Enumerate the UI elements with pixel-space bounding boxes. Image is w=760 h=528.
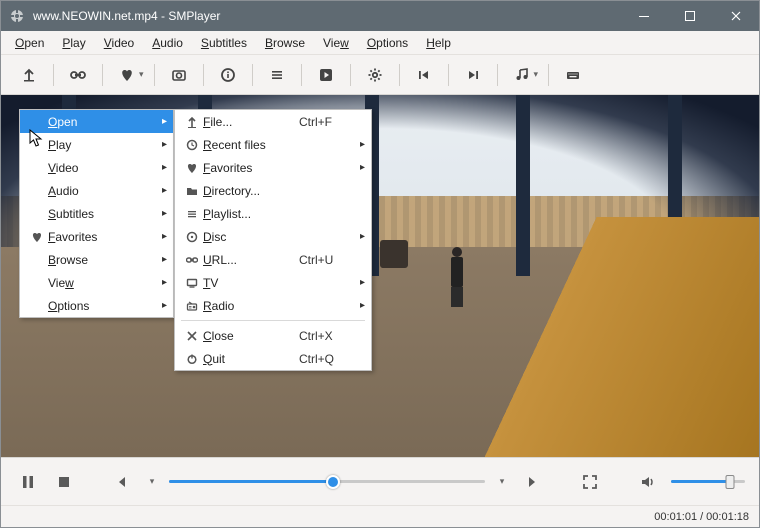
minimize-button[interactable] [621, 1, 667, 31]
toolbar-next-track-icon[interactable] [455, 61, 491, 89]
heart-icon [26, 231, 48, 243]
toolbar-separator [448, 64, 449, 86]
menu-play[interactable]: Play [54, 34, 93, 52]
ctx-open-directory[interactable]: Directory... [175, 179, 371, 202]
menu-video[interactable]: Video [96, 34, 142, 52]
time-separator: / [700, 511, 703, 523]
statusbar: 00:01:01 / 00:01:18 [1, 505, 759, 527]
playlist-icon [181, 208, 203, 220]
stop-button[interactable] [51, 469, 77, 495]
folder-icon [181, 185, 203, 197]
playback-controls: ▾ ▾ [1, 457, 759, 505]
seek-slider[interactable] [169, 472, 485, 492]
app-icon [9, 8, 25, 24]
toolbar-favorite-dropdown-icon[interactable]: ▾ [139, 69, 144, 80]
toolbar-separator [203, 64, 204, 86]
ctx-video[interactable]: Video▸ [20, 156, 173, 179]
power-icon [181, 353, 203, 365]
menubar: Open Play Video Audio Subtitles Browse V… [1, 31, 759, 55]
seek-back-dropdown-icon[interactable]: ▾ [145, 469, 159, 495]
toolbar-separator [53, 64, 54, 86]
toolbar-screenshot-icon[interactable] [161, 61, 197, 89]
context-menu-open: File...Ctrl+F Recent files▸ Favorites▸ D… [174, 109, 372, 371]
toolbar: ▾ ▾ [1, 55, 759, 95]
titlebar: www.NEOWIN.net.mp4 - SMPlayer [1, 1, 759, 31]
app-window: www.NEOWIN.net.mp4 - SMPlayer Open Play … [0, 0, 760, 528]
ctx-open-favorites[interactable]: Favorites▸ [175, 156, 371, 179]
toolbar-separator [350, 64, 351, 86]
window-title: www.NEOWIN.net.mp4 - SMPlayer [31, 9, 621, 23]
window-controls [621, 1, 759, 31]
file-icon [181, 116, 203, 128]
toolbar-separator [497, 64, 498, 86]
toolbar-keyboard-icon[interactable] [555, 61, 591, 89]
toolbar-link-icon[interactable] [60, 61, 96, 89]
link-icon [181, 254, 203, 266]
toolbar-music-dropdown-icon[interactable]: ▾ [534, 69, 539, 80]
seek-fwd-button[interactable] [519, 469, 545, 495]
ctx-open-playlist[interactable]: Playlist... [175, 202, 371, 225]
radio-icon [181, 300, 203, 312]
time-current: 00:01:01 [654, 511, 697, 523]
toolbar-playlist-icon[interactable] [259, 61, 295, 89]
ctx-open-file[interactable]: File...Ctrl+F [175, 110, 371, 133]
close-icon [181, 330, 203, 342]
ctx-browse[interactable]: Browse▸ [20, 248, 173, 271]
time-total: 00:01:18 [706, 511, 749, 523]
ctx-open-radio[interactable]: Radio▸ [175, 294, 371, 317]
toolbar-info-icon[interactable] [210, 61, 246, 89]
close-button[interactable] [713, 1, 759, 31]
mouse-cursor-icon [29, 129, 45, 149]
ctx-favorites[interactable]: Favorites▸ [20, 225, 173, 248]
ctx-open-url[interactable]: URL...Ctrl+U [175, 248, 371, 271]
toolbar-separator [548, 64, 549, 86]
maximize-button[interactable] [667, 1, 713, 31]
toolbar-separator [252, 64, 253, 86]
ctx-open-disc[interactable]: Disc▸ [175, 225, 371, 248]
menu-help[interactable]: Help [418, 34, 459, 52]
ctx-subtitles[interactable]: Subtitles▸ [20, 202, 173, 225]
ctx-open-close[interactable]: CloseCtrl+X [175, 324, 371, 347]
toolbar-open-file-icon[interactable] [11, 61, 47, 89]
seek-fwd-dropdown-icon[interactable]: ▾ [495, 469, 509, 495]
volume-icon[interactable] [635, 469, 661, 495]
toolbar-separator [399, 64, 400, 86]
menu-subtitles[interactable]: Subtitles [193, 34, 255, 52]
toolbar-separator [102, 64, 103, 86]
ctx-open-quit[interactable]: QuitCtrl+Q [175, 347, 371, 370]
menu-browse[interactable]: Browse [257, 34, 313, 52]
ctx-audio[interactable]: Audio▸ [20, 179, 173, 202]
ctx-open-recent[interactable]: Recent files▸ [175, 133, 371, 156]
ctx-view[interactable]: View▸ [20, 271, 173, 294]
menu-open[interactable]: Open [7, 34, 52, 52]
heart-icon [181, 162, 203, 174]
menu-options[interactable]: Options [359, 34, 416, 52]
ctx-options[interactable]: Options▸ [20, 294, 173, 317]
menu-separator [181, 320, 365, 321]
toolbar-prev-track-icon[interactable] [406, 61, 442, 89]
fullscreen-button[interactable] [577, 469, 603, 495]
recent-icon [181, 139, 203, 151]
disc-icon [181, 231, 203, 243]
toolbar-settings-icon[interactable] [357, 61, 393, 89]
ctx-open-tv[interactable]: TV▸ [175, 271, 371, 294]
menu-view[interactable]: View [315, 34, 357, 52]
toolbar-play-button-icon[interactable] [308, 61, 344, 89]
tv-icon [181, 277, 203, 289]
toolbar-separator [154, 64, 155, 86]
toolbar-separator [301, 64, 302, 86]
volume-slider[interactable] [671, 472, 745, 492]
seek-back-button[interactable] [109, 469, 135, 495]
menu-audio[interactable]: Audio [144, 34, 191, 52]
pause-button[interactable] [15, 469, 41, 495]
